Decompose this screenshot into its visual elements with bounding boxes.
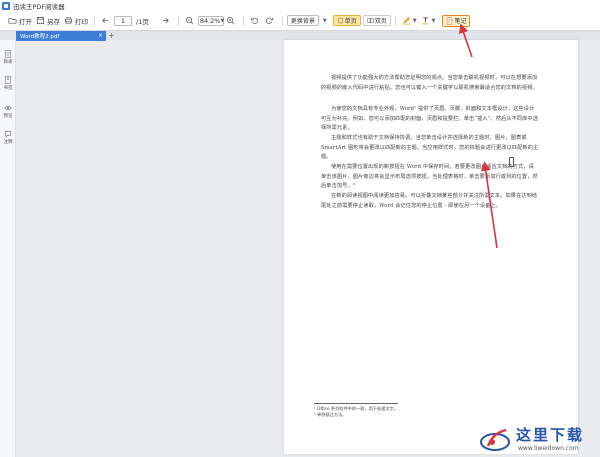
toolbar-divider [177,15,179,26]
sidebar-item-annotations[interactable]: 注释 [0,130,16,145]
text-cursor-marker [509,157,514,167]
toolbar-divider [94,15,95,26]
footnote-divider [314,403,398,404]
title-bar: 迅读王PDF阅读器 [0,0,600,11]
double-page-label: 双页 [374,18,387,25]
sidebar-item-label: 目录 [3,60,13,65]
double-page-button[interactable]: 双页 [362,15,391,26]
chevron-down-icon: ▼ [431,17,436,24]
total-pages: /1页 [136,17,149,26]
text-color-icon [421,17,429,25]
printer-icon [64,17,73,24]
paragraph: 使用在需要位置出现的新按钮在 Word 中保存时间。若要更改图片适应文档的方式，… [321,164,538,190]
double-page-icon [367,18,374,23]
arrow-left-icon [102,17,109,24]
footnote: ² 单例插注方法。 [314,412,347,417]
sidebar-item-toc[interactable]: 目录 [0,50,16,65]
paragraph: 为使您的文档具有专业外观，Word¹ 提供了页眉、页脚、封面和文本框设计，这些设… [321,106,539,132]
save-icon [36,16,45,25]
change-background-label: 更换背景 [290,18,315,25]
sidebar-item-label: 书签 [3,86,13,91]
highlighter-button[interactable]: ▼ [400,14,419,28]
save-as-label: 另存 [47,17,60,26]
print-label: 打印 [75,17,88,26]
zoom-in-button[interactable] [224,14,239,28]
highlighter-icon [402,17,410,25]
save-as-button[interactable]: 另存 [34,14,62,28]
app-logo-icon [2,1,10,10]
note-icon [447,17,453,24]
sidebar-item-label: 注释 [3,140,13,145]
open-label: 打开 [19,17,32,26]
print-button[interactable]: 打印 [62,14,90,28]
left-sidebar: 目录 书签 预览 注释 [0,40,16,457]
watermark-logo [480,428,510,451]
rotate-left-icon [250,17,258,24]
open-button[interactable]: 打开 [6,14,34,28]
app-title: 迅读王PDF阅读器 [13,2,65,11]
watermark-text: 这里下载 [516,426,585,444]
page-number-input[interactable]: 1 [114,15,132,26]
folder-icon [8,18,17,24]
text-color-button[interactable]: ▼ [419,14,438,28]
prev-page-button[interactable] [99,14,114,28]
change-background-button[interactable]: 更换背景 [286,15,319,26]
rotate-left-button[interactable] [248,14,263,28]
rotate-right-icon [265,17,273,24]
zoom-value: 84.2% [199,16,221,25]
tab-label: Word教程2.pdf [20,34,60,40]
zoom-in-icon [226,16,235,25]
paragraph: 主题和样式也有助于文档保持协调。当您单击设计并选择新的主题时，图片、图表或 Sm… [321,135,539,161]
close-icon[interactable]: × [98,32,103,39]
toc-icon [4,50,12,58]
note-button[interactable]: 笔记 [442,14,471,27]
tab-document[interactable]: Word教程2.pdf × [16,31,106,41]
watermark-url: www.liweidown.com [518,445,579,452]
eye-icon [4,106,12,110]
paragraph: 在新的阅读视图中阅读更加容易。可以折叠文档某些部分并关注所需文本。如果在达到结尾… [321,193,538,209]
paragraph: 视频提供了功能强大的方法帮助您证明您的观点。当您单击联机视频时，可以在想要添加的… [321,75,538,91]
add-tab-button[interactable]: + [108,31,115,40]
chevron-down-icon: ▼ [412,17,417,24]
single-page-icon [338,17,343,24]
chevron-down-icon[interactable]: ▼ [321,14,329,28]
sidebar-item-preview[interactable]: 预览 [0,104,16,119]
watermark: 这里下载 www.liweidown.com [474,424,598,456]
tab-bar: Word教程2.pdf × + [0,30,600,41]
single-page-label: 单页 [344,18,357,25]
toolbar-divider [394,15,396,26]
toolbar-divider [242,15,244,26]
arrow-right-icon [162,17,169,24]
toolbar: 打开 另存 打印 1 /1页 84.2% ▼ 更换背景 ▼ 单页 双页 ▼ ▼ … [0,11,600,30]
rotate-right-button[interactable] [263,14,278,28]
zoom-out-button[interactable] [183,14,198,28]
bookmark-icon [4,76,12,84]
zoom-select[interactable]: 84.2% ▼ [197,15,224,26]
next-page-button[interactable] [159,14,174,28]
sidebar-item-label: 预览 [3,114,13,119]
comment-icon [4,130,12,138]
document-page[interactable]: 视频提供了功能强大的方法帮助您证明您的观点。当您单击联机视频时，可以在想要添加的… [284,40,578,454]
note-label: 笔记 [454,18,467,25]
single-page-button[interactable]: 单页 [332,15,361,26]
sidebar-item-bookmarks[interactable]: 书签 [0,76,16,91]
toolbar-divider [281,15,283,26]
zoom-out-icon [185,16,194,25]
